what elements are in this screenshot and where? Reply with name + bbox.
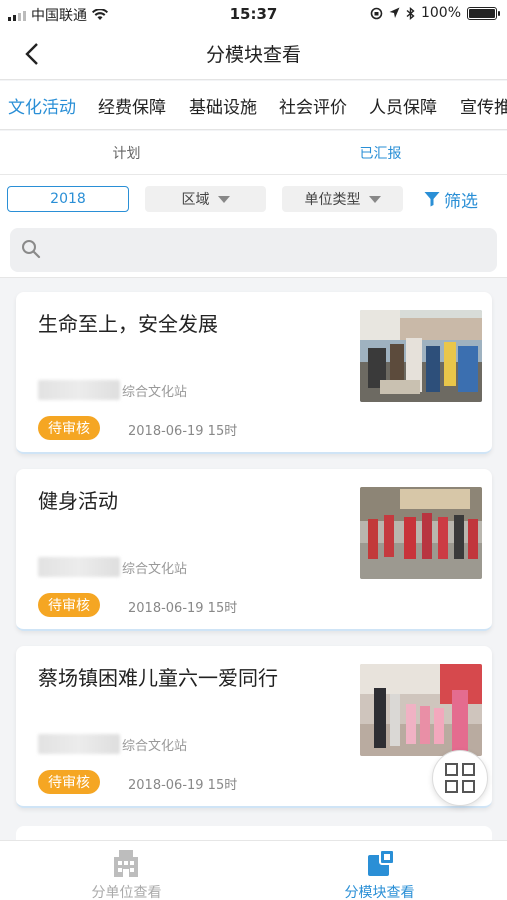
status-bar-right: 100% <box>370 5 500 21</box>
unit-type-label: 单位类型 <box>304 192 361 208</box>
search-icon <box>22 240 41 259</box>
tab-plan[interactable]: 计划 <box>0 143 253 163</box>
funnel-icon <box>424 192 440 207</box>
card-photo <box>360 310 482 402</box>
status-badge: 待审核 <box>38 593 100 617</box>
redacted-name <box>38 734 120 754</box>
tab-staffing[interactable]: 人员保障 <box>369 93 437 118</box>
battery-percent: 100% <box>420 5 461 21</box>
card-title: 生命至上，安全发展 <box>38 312 218 336</box>
card-date: 2018-06-19 15时 <box>128 601 238 616</box>
caret-down-icon <box>217 195 230 203</box>
tab-infrastructure[interactable]: 基础设施 <box>189 93 257 118</box>
location-icon <box>389 7 400 18</box>
building-icon <box>114 850 138 877</box>
module-icon <box>368 849 395 876</box>
card-photo <box>360 664 482 756</box>
search-bar <box>0 223 507 278</box>
region-label: 区域 <box>181 192 210 208</box>
unit-type-dropdown[interactable]: 单位类型 <box>282 186 403 212</box>
region-dropdown[interactable]: 区域 <box>145 186 266 212</box>
tab-social-evaluation[interactable]: 社会评价 <box>279 93 347 118</box>
tab-by-module-label: 分模块查看 <box>344 885 415 900</box>
status-bar: 中国联通 15:37 100% <box>0 0 507 28</box>
nav-bar: 分模块查看 <box>0 28 507 80</box>
activity-card[interactable]: 蔡场镇困难儿童六一爱同行 综合文化站 待审核 2018-06-19 15时 <box>16 646 492 808</box>
search-input[interactable] <box>50 228 480 272</box>
activity-card[interactable]: 健身活动 综合文化站 待审核 2018-06-19 15时 <box>16 469 492 631</box>
card-unit: 综合文化站 <box>38 734 187 754</box>
bluetooth-icon <box>406 6 415 20</box>
module-tabs: 文化活动 经费保障 基础设施 社会评价 人员保障 宣传推 <box>0 81 507 130</box>
grid-icon <box>445 763 475 793</box>
card-unit-label: 综合文化站 <box>122 738 188 754</box>
tab-funding[interactable]: 经费保障 <box>98 93 166 118</box>
tab-by-unit[interactable]: 分单位查看 <box>0 841 253 900</box>
bottom-tab-bar: 分单位查看 分模块查看 <box>0 840 507 900</box>
card-photo <box>360 487 482 579</box>
sub-tabs: 计划 已汇报 <box>0 131 507 175</box>
card-unit-label: 综合文化站 <box>122 384 188 400</box>
filter-button[interactable]: 筛选 <box>424 186 478 212</box>
filter-bar: 2018 区域 单位类型 筛选 <box>0 175 507 223</box>
status-badge: 待审核 <box>38 416 100 440</box>
redacted-name <box>38 380 120 400</box>
caret-down-icon <box>368 195 381 203</box>
battery-icon <box>467 6 500 20</box>
card-title: 健身活动 <box>38 489 118 513</box>
rotation-lock-icon <box>370 7 383 19</box>
grid-menu-button[interactable] <box>432 750 488 806</box>
tab-culture-activity[interactable]: 文化活动 <box>8 93 76 118</box>
tab-by-unit-label: 分单位查看 <box>91 885 162 900</box>
card-date: 2018-06-19 15时 <box>128 424 238 439</box>
filter-label: 筛选 <box>444 191 478 212</box>
tab-publicity[interactable]: 宣传推 <box>460 93 507 118</box>
activity-card[interactable]: 生命至上，安全发展 综合文化站 待审核 2018-06-19 15时 <box>16 292 492 454</box>
redacted-name <box>38 557 120 577</box>
card-unit: 综合文化站 <box>38 557 187 577</box>
card-unit-label: 综合文化站 <box>122 561 188 577</box>
card-date: 2018-06-19 15时 <box>128 778 238 793</box>
year-filter[interactable]: 2018 <box>7 186 129 212</box>
card-title: 蔡场镇困难儿童六一爱同行 <box>38 666 278 690</box>
card-unit: 综合文化站 <box>38 380 187 400</box>
search-box <box>10 228 497 272</box>
tab-reported[interactable]: 已汇报 <box>254 143 507 163</box>
page-title: 分模块查看 <box>205 44 301 66</box>
status-badge: 待审核 <box>38 770 100 794</box>
tab-by-module[interactable]: 分模块查看 <box>253 841 506 900</box>
